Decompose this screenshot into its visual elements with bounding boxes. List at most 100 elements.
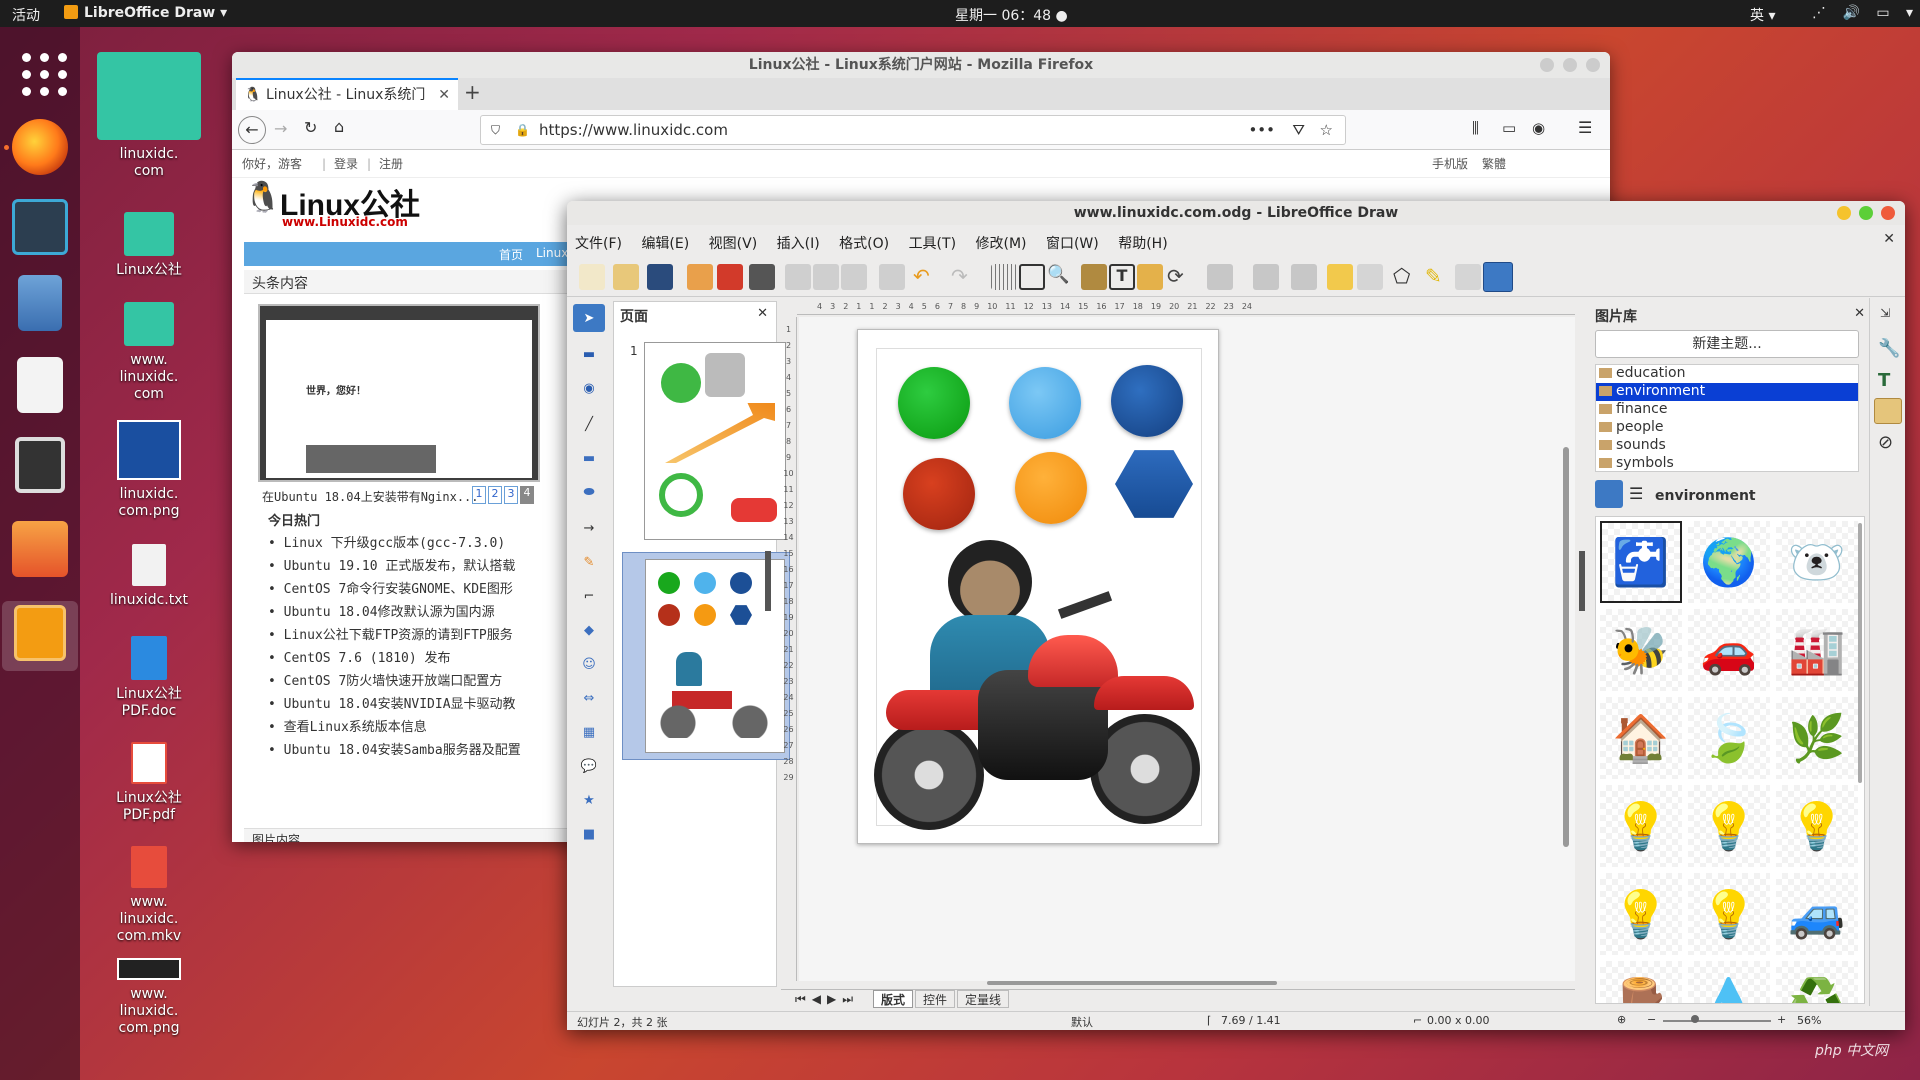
gallery-item-tap[interactable]: 🚰: [1600, 521, 1682, 603]
theme-item[interactable]: people: [1596, 419, 1858, 437]
new-icon[interactable]: [579, 264, 605, 290]
shield-icon[interactable]: ⛉: [491, 116, 500, 144]
gallery-item-car-smoke[interactable]: 🚙: [1776, 873, 1858, 955]
zoom-slider-thumb[interactable]: [1691, 1015, 1699, 1023]
news-link[interactable]: 查看Linux系统版本信息: [284, 720, 427, 735]
menu-modify[interactable]: 修改(M): [976, 236, 1027, 252]
rectangle-tool-icon[interactable]: ▬: [573, 444, 605, 472]
fill-color-icon[interactable]: ◉: [573, 374, 605, 402]
zoom-level[interactable]: 56%: [1797, 1014, 1821, 1027]
crop-icon[interactable]: [1357, 264, 1383, 290]
save-icon[interactable]: [647, 264, 673, 290]
rotate-icon[interactable]: ⟳: [1167, 264, 1193, 290]
activities-button[interactable]: 活动: [12, 5, 40, 25]
vertical-ruler[interactable]: 1 2 3 4 5 6 7 8 9 10 11 12 13 14 15 16 17 18 19 20 21 22 23 24 2…: [781, 317, 797, 981]
news-link[interactable]: Linux 下升级gcc版本(gcc-7.3.0): [284, 536, 506, 551]
horizontal-ruler[interactable]: 4 3 2 1 1 2 3 4 5 6 7 8 9 10 11 12 13 14 15 16 17 18 19 20 21 22 2…: [797, 299, 1575, 315]
news-item[interactable]: • Linux 下升级gcc版本(gcc-7.3.0): [268, 532, 521, 555]
line-tool-icon[interactable]: ╱: [573, 410, 605, 438]
properties-icon[interactable]: 🔧: [1878, 338, 1900, 359]
software-center-icon[interactable]: [12, 521, 68, 577]
print-icon[interactable]: [749, 264, 775, 290]
clock[interactable]: 星期一 06：48 ●: [955, 5, 1068, 25]
news-link[interactable]: Ubuntu 18.04修改默认源为国内源: [284, 605, 495, 620]
theme-item-selected[interactable]: environment: [1596, 383, 1858, 401]
icon-view-icon[interactable]: [1595, 480, 1623, 508]
vertical-scrollbar[interactable]: [1563, 447, 1569, 847]
dark-blue-circle[interactable]: [1111, 365, 1183, 437]
browser-tab[interactable]: 🐧 Linux公社 - Linux系统门 ✕: [236, 78, 458, 110]
sidebar-collapse-handle[interactable]: [1579, 551, 1585, 611]
clone-format-icon[interactable]: [879, 264, 905, 290]
panel-collapse-handle[interactable]: [765, 551, 771, 611]
gallery-item-bulb-off[interactable]: 💡: [1600, 873, 1682, 955]
arrange-icon[interactable]: [1253, 264, 1279, 290]
show-apps-icon[interactable]: [12, 43, 68, 99]
distribute-icon[interactable]: [1291, 264, 1317, 290]
pager-item[interactable]: 4: [520, 486, 534, 504]
minimize-button[interactable]: [1837, 206, 1851, 220]
menu-edit[interactable]: 编辑(E): [641, 236, 689, 252]
green-circle[interactable]: [898, 367, 970, 439]
close-gallery-icon[interactable]: ✕: [1854, 306, 1865, 321]
fontwork-icon[interactable]: [1137, 264, 1163, 290]
reload-icon[interactable]: ↻: [304, 118, 317, 137]
status-icons[interactable]: ⋰ 🔊 ▭ ▾: [1812, 5, 1919, 21]
news-link[interactable]: CentOS 7防火墙快速开放端口配置方: [284, 674, 503, 689]
redo-icon[interactable]: ↷: [951, 264, 977, 290]
back-icon[interactable]: ←: [238, 116, 266, 144]
symbol-shapes-icon[interactable]: ☺: [573, 650, 605, 678]
menu-insert[interactable]: 插入(I): [777, 236, 820, 252]
menu-window[interactable]: 窗口(W): [1046, 236, 1099, 252]
ellipse-tool-icon[interactable]: ⬬: [573, 478, 605, 506]
terminal-icon[interactable]: [15, 437, 65, 493]
gallery-item-house[interactable]: 🏠: [1600, 697, 1682, 779]
files-icon[interactable]: [18, 275, 62, 331]
undo-icon[interactable]: ↶: [913, 264, 939, 290]
new-theme-button[interactable]: 新建主题...: [1595, 330, 1859, 358]
news-item[interactable]: • 查看Linux系统版本信息: [268, 716, 521, 739]
news-item[interactable]: • Linux公社下载FTP资源的请到FTP服务: [268, 624, 521, 647]
align-icon[interactable]: [1207, 264, 1233, 290]
connector-tool-icon[interactable]: ⌐: [573, 582, 605, 610]
shadow-icon[interactable]: [1327, 264, 1353, 290]
maximize-button[interactable]: [1563, 58, 1577, 72]
news-item[interactable]: • Ubuntu 18.04修改默认源为国内源: [268, 601, 521, 624]
navigator-icon[interactable]: ⊘: [1878, 432, 1893, 453]
gallery-deck-icon[interactable]: [1874, 398, 1902, 424]
glue-icon[interactable]: ✎: [1425, 264, 1451, 290]
export-icon[interactable]: [687, 264, 713, 290]
theme-item[interactable]: sounds: [1596, 437, 1858, 455]
theme-item[interactable]: finance: [1596, 401, 1858, 419]
gallery-item-factory[interactable]: 🏭: [1776, 609, 1858, 691]
register-link[interactable]: 注册: [379, 150, 403, 178]
desktop-icon[interactable]: www. linuxidc. com: [94, 302, 204, 403]
gallery-item-leaf-2[interactable]: 🌿: [1776, 697, 1858, 779]
red-circle[interactable]: [903, 458, 975, 530]
bookmark-star-icon[interactable]: ☆: [1320, 116, 1333, 144]
sidebar-menu-icon[interactable]: ⇲: [1880, 306, 1890, 320]
block-arrows-icon[interactable]: ⇔: [573, 684, 605, 712]
news-link[interactable]: Ubuntu 18.04安装Samba服务器及配置: [284, 743, 521, 758]
orange-circle[interactable]: [1015, 452, 1087, 524]
menu-icon[interactable]: ☰: [1578, 118, 1592, 137]
textbox-icon[interactable]: T: [1109, 264, 1135, 290]
maximize-button[interactable]: [1859, 206, 1873, 220]
desktop-icon[interactable]: Linux公社 PDF.doc: [94, 636, 204, 720]
zoom-slider[interactable]: [1663, 1020, 1771, 1022]
gallery-item-bulb[interactable]: 💡: [1776, 785, 1858, 867]
mobile-link[interactable]: 手机版: [1432, 150, 1468, 178]
pocket-icon[interactable]: ⛛: [1292, 116, 1305, 144]
menu-format[interactable]: 格式(O): [839, 236, 889, 252]
zoom-in-icon[interactable]: +: [1777, 1013, 1786, 1026]
gallery-item-bulb-on[interactable]: 💡: [1688, 873, 1770, 955]
news-item[interactable]: • Ubuntu 19.10 正式版发布，默认搭载: [268, 555, 521, 578]
gallery-item-polar-bear[interactable]: 🐻‍❄️: [1776, 521, 1858, 603]
forward-icon[interactable]: →: [274, 119, 287, 138]
news-link[interactable]: CentOS 7.6 (1810) 发布: [284, 651, 451, 666]
news-link[interactable]: Linux公社下载FTP资源的请到FTP服务: [284, 628, 513, 643]
gallery-scrollbar[interactable]: [1858, 523, 1862, 783]
grid-icon[interactable]: [991, 264, 1017, 290]
close-document-icon[interactable]: ✕: [1883, 231, 1895, 247]
extrusion-icon[interactable]: [1455, 264, 1481, 290]
